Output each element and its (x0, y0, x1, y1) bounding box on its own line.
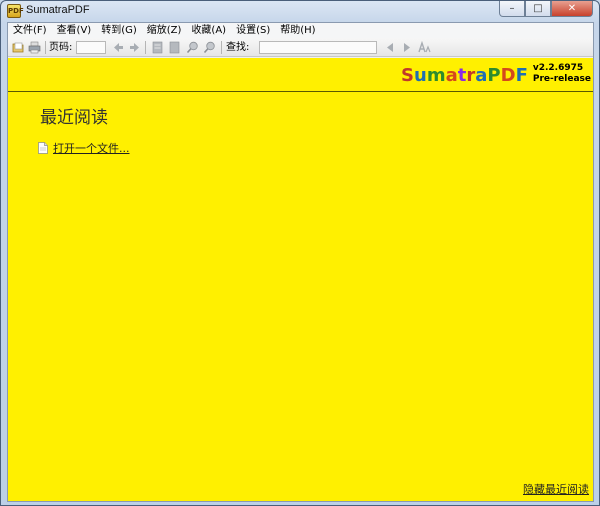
client-area: 文件(F) 查看(V) 转到(G) 缩放(Z) 收藏(A) 设置(S) 帮助(H… (7, 22, 594, 502)
page-number-input[interactable] (76, 41, 106, 54)
match-case-icon[interactable] (418, 41, 431, 54)
zoom-in-icon[interactable] (186, 41, 199, 54)
app-window: PDF SumatraPDF – □ ✕ 文件(F) 查看(V) 转到(G) 缩… (0, 0, 600, 506)
fit-page-icon[interactable] (151, 41, 164, 54)
back-arrow-icon[interactable] (112, 41, 125, 54)
title-bar[interactable]: PDF SumatraPDF – □ ✕ (1, 1, 599, 21)
open-folder-icon[interactable] (12, 41, 25, 54)
logo-letter: m (426, 65, 446, 86)
fit-width-icon[interactable] (168, 41, 181, 54)
menu-settings[interactable]: 设置(S) (231, 23, 275, 38)
recent-files-title: 最近阅读 (40, 108, 108, 128)
open-file-link[interactable]: 打开一个文件... (38, 140, 130, 156)
logo-letter: a (475, 65, 488, 86)
find-previous-icon[interactable] (384, 41, 397, 54)
version-info: v2.2.6975 Pre-release (533, 63, 591, 85)
logo-letter: F (515, 65, 528, 86)
toolbar: 页码: 查找: (8, 38, 593, 57)
find-input[interactable] (259, 41, 377, 54)
menu-view[interactable]: 查看(V) (52, 23, 97, 38)
toolbar-separator (145, 41, 146, 54)
zoom-out-icon[interactable] (203, 41, 216, 54)
logo-letter: P (487, 65, 501, 86)
sumatra-logo: SumatraPDF v2.2.6975 Pre-release (401, 63, 591, 87)
document-icon (38, 142, 48, 154)
minimize-button[interactable]: – (499, 1, 525, 17)
caption-buttons: – □ ✕ (499, 1, 593, 17)
release-channel: Pre-release (532, 74, 591, 84)
menu-help[interactable]: 帮助(H) (275, 23, 320, 38)
find-next-icon[interactable] (400, 41, 413, 54)
menu-favorites[interactable]: 收藏(A) (186, 23, 231, 38)
open-file-label: 打开一个文件... (53, 142, 130, 155)
menu-goto[interactable]: 转到(G) (96, 23, 142, 38)
logo-letter: S (401, 65, 414, 86)
header-divider (8, 91, 593, 92)
menu-zoom[interactable]: 缩放(Z) (142, 23, 187, 38)
toolbar-separator (221, 41, 222, 54)
start-page: SumatraPDF v2.2.6975 Pre-release 最近阅读 打开… (8, 58, 593, 501)
print-icon[interactable] (28, 41, 41, 54)
logo-text: SumatraPDF (401, 65, 528, 87)
logo-letter: D (500, 65, 516, 86)
maximize-button[interactable]: □ (525, 1, 551, 17)
app-icon: PDF (7, 4, 24, 18)
logo-letter: a (445, 65, 458, 86)
forward-arrow-icon[interactable] (128, 41, 141, 54)
menu-file[interactable]: 文件(F) (8, 23, 52, 38)
page-label: 页码: (49, 42, 73, 53)
logo-letter: u (414, 65, 427, 86)
menu-bar: 文件(F) 查看(V) 转到(G) 缩放(Z) 收藏(A) 设置(S) 帮助(H… (8, 23, 593, 38)
toolbar-separator (45, 41, 46, 54)
version-number: v2.2.6975 (532, 63, 584, 73)
find-label: 查找: (226, 42, 250, 53)
window-title: SumatraPDF (26, 4, 90, 16)
logo-letter: r (466, 65, 476, 86)
hide-recent-link[interactable]: 隐藏最近阅读 (523, 481, 589, 497)
close-button[interactable]: ✕ (551, 1, 593, 17)
